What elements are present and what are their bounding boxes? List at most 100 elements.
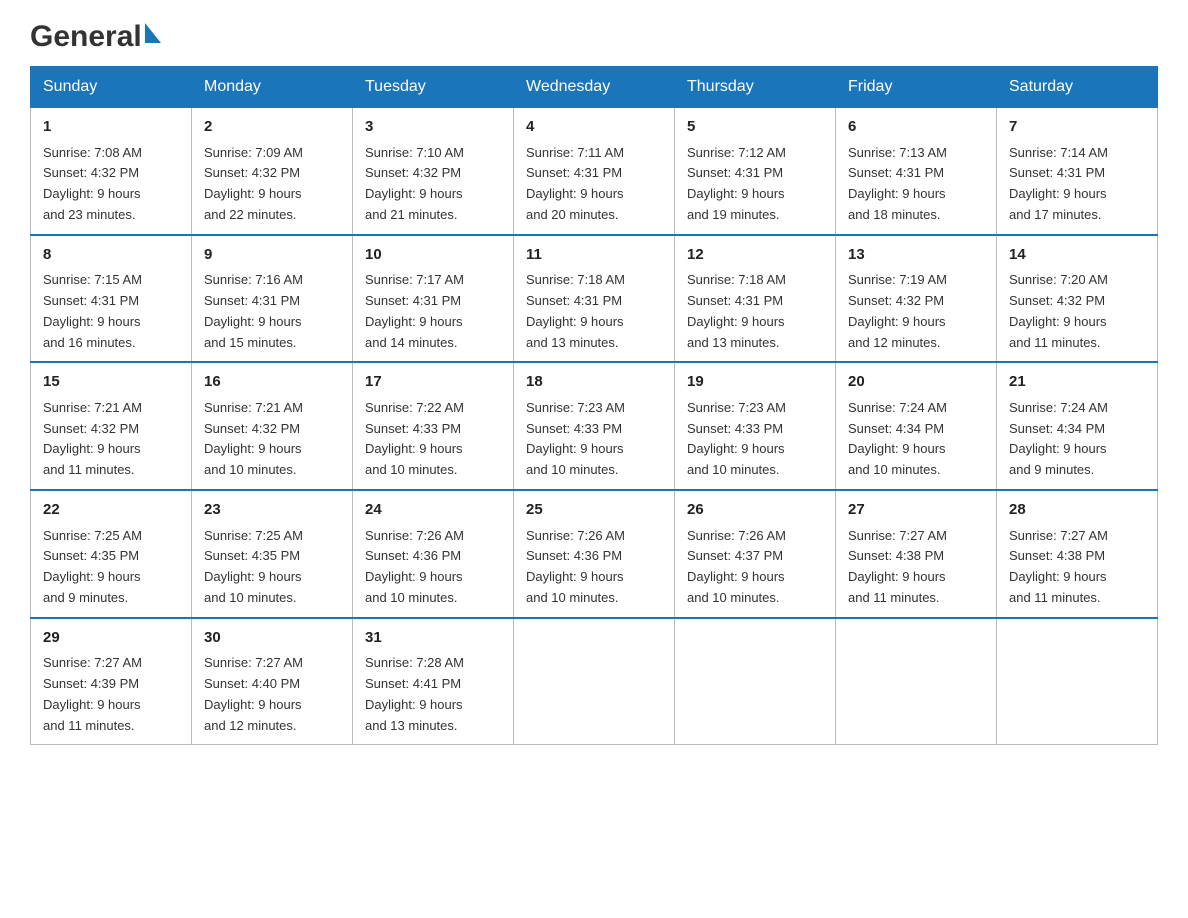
- day-of-week-header: Sunday: [31, 67, 192, 107]
- day-info: Sunrise: 7:26 AMSunset: 4:36 PMDaylight:…: [526, 526, 662, 609]
- day-info: Sunrise: 7:26 AMSunset: 4:36 PMDaylight:…: [365, 526, 501, 609]
- calendar-cell: 1 Sunrise: 7:08 AMSunset: 4:32 PMDaylight…: [31, 107, 192, 235]
- day-info: Sunrise: 7:14 AMSunset: 4:31 PMDaylight:…: [1009, 143, 1145, 226]
- day-info: Sunrise: 7:11 AMSunset: 4:31 PMDaylight:…: [526, 143, 662, 226]
- calendar-cell: 25 Sunrise: 7:26 AMSunset: 4:36 PMDayligh…: [514, 490, 675, 618]
- day-info: Sunrise: 7:25 AMSunset: 4:35 PMDaylight:…: [204, 526, 340, 609]
- calendar-cell: 18 Sunrise: 7:23 AMSunset: 4:33 PMDayligh…: [514, 362, 675, 490]
- day-number: 26: [687, 499, 823, 522]
- day-info: Sunrise: 7:09 AMSunset: 4:32 PMDaylight:…: [204, 143, 340, 226]
- day-number: 25: [526, 499, 662, 522]
- day-info: Sunrise: 7:28 AMSunset: 4:41 PMDaylight:…: [365, 653, 501, 736]
- day-number: 22: [43, 499, 179, 522]
- calendar-week-row: 1 Sunrise: 7:08 AMSunset: 4:32 PMDaylight…: [31, 107, 1158, 235]
- calendar-cell: 20 Sunrise: 7:24 AMSunset: 4:34 PMDayligh…: [836, 362, 997, 490]
- day-info: Sunrise: 7:08 AMSunset: 4:32 PMDaylight:…: [43, 143, 179, 226]
- day-number: 11: [526, 244, 662, 267]
- day-info: Sunrise: 7:15 AMSunset: 4:31 PMDaylight:…: [43, 270, 179, 353]
- day-info: Sunrise: 7:18 AMSunset: 4:31 PMDaylight:…: [526, 270, 662, 353]
- day-number: 21: [1009, 371, 1145, 394]
- calendar-cell: 23 Sunrise: 7:25 AMSunset: 4:35 PMDayligh…: [192, 490, 353, 618]
- day-info: Sunrise: 7:27 AMSunset: 4:39 PMDaylight:…: [43, 653, 179, 736]
- day-number: 4: [526, 116, 662, 139]
- day-of-week-header: Thursday: [675, 67, 836, 107]
- day-of-week-header: Tuesday: [353, 67, 514, 107]
- day-number: 18: [526, 371, 662, 394]
- day-number: 31: [365, 627, 501, 650]
- calendar-cell: 10 Sunrise: 7:17 AMSunset: 4:31 PMDayligh…: [353, 235, 514, 363]
- calendar-cell: 17Sunrise: 7:22 AMSunset: 4:33 PMDayligh…: [353, 362, 514, 490]
- day-info: Sunrise: 7:12 AMSunset: 4:31 PMDaylight:…: [687, 143, 823, 226]
- day-info: Sunrise: 7:24 AMSunset: 4:34 PMDaylight:…: [848, 398, 984, 481]
- calendar-cell: 11 Sunrise: 7:18 AMSunset: 4:31 PMDayligh…: [514, 235, 675, 363]
- day-number: 10: [365, 244, 501, 267]
- calendar-week-row: 8 Sunrise: 7:15 AMSunset: 4:31 PMDaylight…: [31, 235, 1158, 363]
- day-info: Sunrise: 7:10 AMSunset: 4:32 PMDaylight:…: [365, 143, 501, 226]
- calendar-cell: 19Sunrise: 7:23 AMSunset: 4:33 PMDayligh…: [675, 362, 836, 490]
- calendar-cell: [675, 618, 836, 745]
- day-number: 6: [848, 116, 984, 139]
- day-number: 24: [365, 499, 501, 522]
- calendar-cell: 29 Sunrise: 7:27 AMSunset: 4:39 PMDayligh…: [31, 618, 192, 745]
- calendar-cell: 4 Sunrise: 7:11 AMSunset: 4:31 PMDaylight…: [514, 107, 675, 235]
- calendar-cell: 9 Sunrise: 7:16 AMSunset: 4:31 PMDaylight…: [192, 235, 353, 363]
- calendar-cell: 31 Sunrise: 7:28 AMSunset: 4:41 PMDayligh…: [353, 618, 514, 745]
- day-number: 28: [1009, 499, 1145, 522]
- day-number: 8: [43, 244, 179, 267]
- page-header: General: [30, 20, 1158, 46]
- calendar-cell: 15 Sunrise: 7:21 AMSunset: 4:32 PMDayligh…: [31, 362, 192, 490]
- calendar-cell: 28 Sunrise: 7:27 AMSunset: 4:38 PMDayligh…: [997, 490, 1158, 618]
- day-number: 30: [204, 627, 340, 650]
- day-info: Sunrise: 7:21 AMSunset: 4:32 PMDaylight:…: [204, 398, 340, 481]
- day-info: Sunrise: 7:16 AMSunset: 4:31 PMDaylight:…: [204, 270, 340, 353]
- logo: General: [30, 20, 161, 46]
- day-number: 16: [204, 371, 340, 394]
- calendar-cell: [836, 618, 997, 745]
- day-of-week-header: Wednesday: [514, 67, 675, 107]
- calendar-cell: 14Sunrise: 7:20 AMSunset: 4:32 PMDayligh…: [997, 235, 1158, 363]
- calendar-cell: 22 Sunrise: 7:25 AMSunset: 4:35 PMDayligh…: [31, 490, 192, 618]
- day-info: Sunrise: 7:25 AMSunset: 4:35 PMDaylight:…: [43, 526, 179, 609]
- calendar-cell: 27 Sunrise: 7:27 AMSunset: 4:38 PMDayligh…: [836, 490, 997, 618]
- day-of-week-header: Monday: [192, 67, 353, 107]
- calendar-week-row: 22 Sunrise: 7:25 AMSunset: 4:35 PMDayligh…: [31, 490, 1158, 618]
- calendar-cell: 7 Sunrise: 7:14 AMSunset: 4:31 PMDaylight…: [997, 107, 1158, 235]
- calendar-cell: 13Sunrise: 7:19 AMSunset: 4:32 PMDayligh…: [836, 235, 997, 363]
- calendar-week-row: 15 Sunrise: 7:21 AMSunset: 4:32 PMDayligh…: [31, 362, 1158, 490]
- day-info: Sunrise: 7:23 AMSunset: 4:33 PMDaylight:…: [687, 398, 823, 481]
- calendar-cell: 24 Sunrise: 7:26 AMSunset: 4:36 PMDayligh…: [353, 490, 514, 618]
- day-number: 2: [204, 116, 340, 139]
- day-of-week-header: Saturday: [997, 67, 1158, 107]
- calendar-table: SundayMondayTuesdayWednesdayThursdayFrid…: [30, 66, 1158, 745]
- calendar-cell: [997, 618, 1158, 745]
- calendar-cell: [514, 618, 675, 745]
- day-number: 1: [43, 116, 179, 139]
- calendar-cell: 5 Sunrise: 7:12 AMSunset: 4:31 PMDaylight…: [675, 107, 836, 235]
- calendar-cell: 12 Sunrise: 7:18 AMSunset: 4:31 PMDayligh…: [675, 235, 836, 363]
- day-info: Sunrise: 7:23 AMSunset: 4:33 PMDaylight:…: [526, 398, 662, 481]
- day-of-week-header: Friday: [836, 67, 997, 107]
- logo-arrow-icon: [145, 23, 161, 43]
- day-number: 12: [687, 244, 823, 267]
- day-number: 29: [43, 627, 179, 650]
- day-number: 20: [848, 371, 984, 394]
- day-info: Sunrise: 7:20 AMSunset: 4:32 PMDaylight:…: [1009, 270, 1145, 353]
- calendar-header-row: SundayMondayTuesdayWednesdayThursdayFrid…: [31, 67, 1158, 107]
- day-number: 3: [365, 116, 501, 139]
- day-number: 9: [204, 244, 340, 267]
- day-info: Sunrise: 7:27 AMSunset: 4:40 PMDaylight:…: [204, 653, 340, 736]
- calendar-week-row: 29 Sunrise: 7:27 AMSunset: 4:39 PMDayligh…: [31, 618, 1158, 745]
- calendar-cell: 30 Sunrise: 7:27 AMSunset: 4:40 PMDayligh…: [192, 618, 353, 745]
- day-info: Sunrise: 7:18 AMSunset: 4:31 PMDaylight:…: [687, 270, 823, 353]
- day-info: Sunrise: 7:22 AMSunset: 4:33 PMDaylight:…: [365, 398, 501, 481]
- day-info: Sunrise: 7:21 AMSunset: 4:32 PMDaylight:…: [43, 398, 179, 481]
- day-info: Sunrise: 7:19 AMSunset: 4:32 PMDaylight:…: [848, 270, 984, 353]
- day-number: 27: [848, 499, 984, 522]
- day-info: Sunrise: 7:27 AMSunset: 4:38 PMDaylight:…: [848, 526, 984, 609]
- day-info: Sunrise: 7:27 AMSunset: 4:38 PMDaylight:…: [1009, 526, 1145, 609]
- day-number: 23: [204, 499, 340, 522]
- day-number: 15: [43, 371, 179, 394]
- day-info: Sunrise: 7:17 AMSunset: 4:31 PMDaylight:…: [365, 270, 501, 353]
- day-number: 5: [687, 116, 823, 139]
- day-number: 7: [1009, 116, 1145, 139]
